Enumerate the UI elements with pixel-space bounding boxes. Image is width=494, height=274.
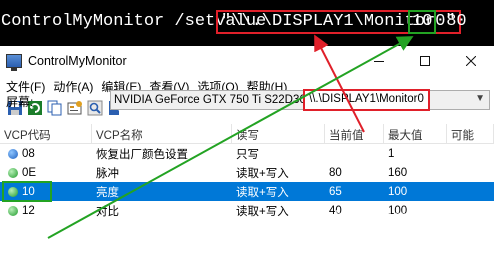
vcp-current: 80 [329,166,342,179]
vcp-code: 08 [22,147,35,160]
column-header-possible[interactable]: 可能 [447,124,494,143]
column-header-current[interactable]: 当前值 [325,124,384,143]
command-vcp-arg: 10 [408,10,437,34]
vcp-max: 160 [388,166,408,179]
vcp-name: 恢复出厂颜色设置 [96,148,188,161]
vcp-table: VCP代码 VCP名称 读写 当前值 最大值 可能 08 恢复出厂颜色设置 只写… [0,124,494,228]
selection-highlight-box [2,181,52,202]
watermark: https://blog.csdn.net/longmaiyi [335,210,490,222]
vcp-rw: 读取+写入 [236,205,289,218]
minimize-icon [374,61,384,62]
status-dot-icon [8,205,18,216]
vcp-current: 65 [329,185,342,198]
command-value-arg: 80 [436,12,467,31]
vcp-rw: 读取+写入 [236,167,289,180]
window-title: ControlMyMonitor [28,54,127,68]
table-row[interactable]: 08 恢复出厂颜色设置 只写 1 [0,144,494,163]
column-header-rw[interactable]: 读写 [232,124,325,143]
status-dot-icon [8,167,18,178]
vcp-code: 0E [22,166,37,179]
title-bar[interactable]: ControlMyMonitor [0,46,494,76]
column-header-name[interactable]: VCP名称 [92,124,232,143]
vcp-name: 亮度 [96,186,119,199]
maximize-icon [420,56,430,66]
vcp-name: 对比 [96,205,119,218]
vcp-rw: 读取+写入 [236,186,289,199]
status-dot-icon [8,148,18,159]
column-header-max[interactable]: 最大值 [384,124,447,143]
vcp-name: 脉冲 [96,167,119,180]
close-button[interactable] [448,46,494,76]
vcp-rw: 只写 [236,148,259,161]
chevron-down-icon: ▼ [475,93,485,104]
close-icon [466,56,476,66]
vcp-code: 12 [22,204,35,217]
command-line-banner: ControlMyMonitor /setvalue "\\.\DISPLAY1… [0,0,494,46]
monitor-dropdown[interactable]: NVIDIA GeForce GTX 750 Ti S22D360 \\.\DI… [110,89,490,111]
vcp-max: 100 [388,185,408,198]
monitor-label: 屏幕: [6,95,34,109]
minimize-button[interactable] [356,46,402,76]
table-header: VCP代码 VCP名称 读写 当前值 最大值 可能 [0,124,494,144]
monitor-id: \\.\DISPLAY1\Monitor0 [303,89,430,111]
monitor-selector-row: 屏幕: NVIDIA GeForce GTX 750 Ti S22D360 \\… [0,86,494,114]
maximize-button[interactable] [402,46,448,76]
table-row-selected[interactable]: 10 亮度 读取+写入 65 100 [0,181,494,202]
vcp-max: 1 [388,147,395,160]
monitor-name: NVIDIA GeForce GTX 750 Ti S22D360 [114,94,313,106]
monitor-icon [6,54,22,71]
column-header-code[interactable]: VCP代码 [0,124,92,143]
table-row[interactable]: 0E 脉冲 读取+写入 80 160 [0,163,494,182]
